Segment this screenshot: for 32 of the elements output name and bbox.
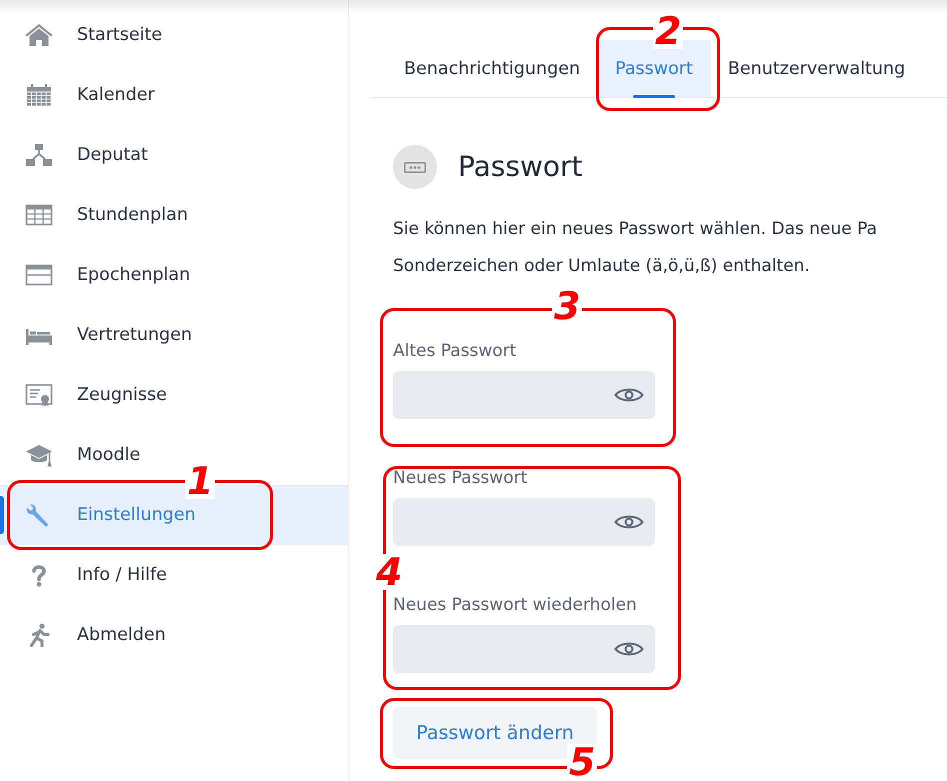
- password-field[interactable]: [393, 498, 655, 546]
- description-text: Sie können hier ein neues Passwort wählen. Das neue Pa Sonderzeichen oder Umlaute (ä,ö,ü,ß) enthalten.: [393, 218, 878, 278]
- password-dots-icon: [393, 145, 437, 189]
- password-field[interactable]: [393, 625, 655, 673]
- field-label: Altes Passwort: [393, 340, 516, 362]
- house-icon: [25, 23, 53, 47]
- sidebar-item[interactable]: Startseite: [0, 15, 348, 55]
- annotation-number: 2: [653, 13, 684, 49]
- calendar-icon: [25, 83, 53, 107]
- certificate-icon: [25, 383, 53, 407]
- sidebar-item[interactable]: Info / Hilfe: [0, 555, 348, 595]
- sidebar-item[interactable]: Stundenplan: [0, 195, 348, 235]
- sidebar-item[interactable]: Deputat: [0, 135, 348, 175]
- tab[interactable]: Benutzerverwaltung: [710, 40, 924, 97]
- section-title: Passwort: [458, 149, 582, 185]
- eye-icon[interactable]: [614, 641, 644, 657]
- sidebar-item[interactable]: Vertretungen: [0, 315, 348, 355]
- password-field[interactable]: [393, 371, 655, 419]
- table-icon: [25, 203, 53, 227]
- eye-icon[interactable]: [614, 514, 644, 530]
- sidebar-item[interactable]: Zeugnisse: [0, 375, 348, 415]
- sidebar-item[interactable]: Kalender: [0, 75, 348, 115]
- sidebar-item[interactable]: Epochenplan: [0, 255, 348, 295]
- hierarchy-icon: [25, 143, 53, 167]
- window-icon: [25, 263, 53, 287]
- field-label: Neues Passwort: [393, 467, 528, 489]
- graduation-cap-icon: [25, 443, 53, 467]
- sidebar-item[interactable]: Abmelden: [0, 615, 348, 655]
- annotation-number: 1: [185, 463, 216, 499]
- tab[interactable]: Benachrichtigungen: [387, 40, 598, 97]
- field-label: Neues Passwort wiederholen: [393, 594, 637, 616]
- eye-icon[interactable]: [614, 387, 644, 403]
